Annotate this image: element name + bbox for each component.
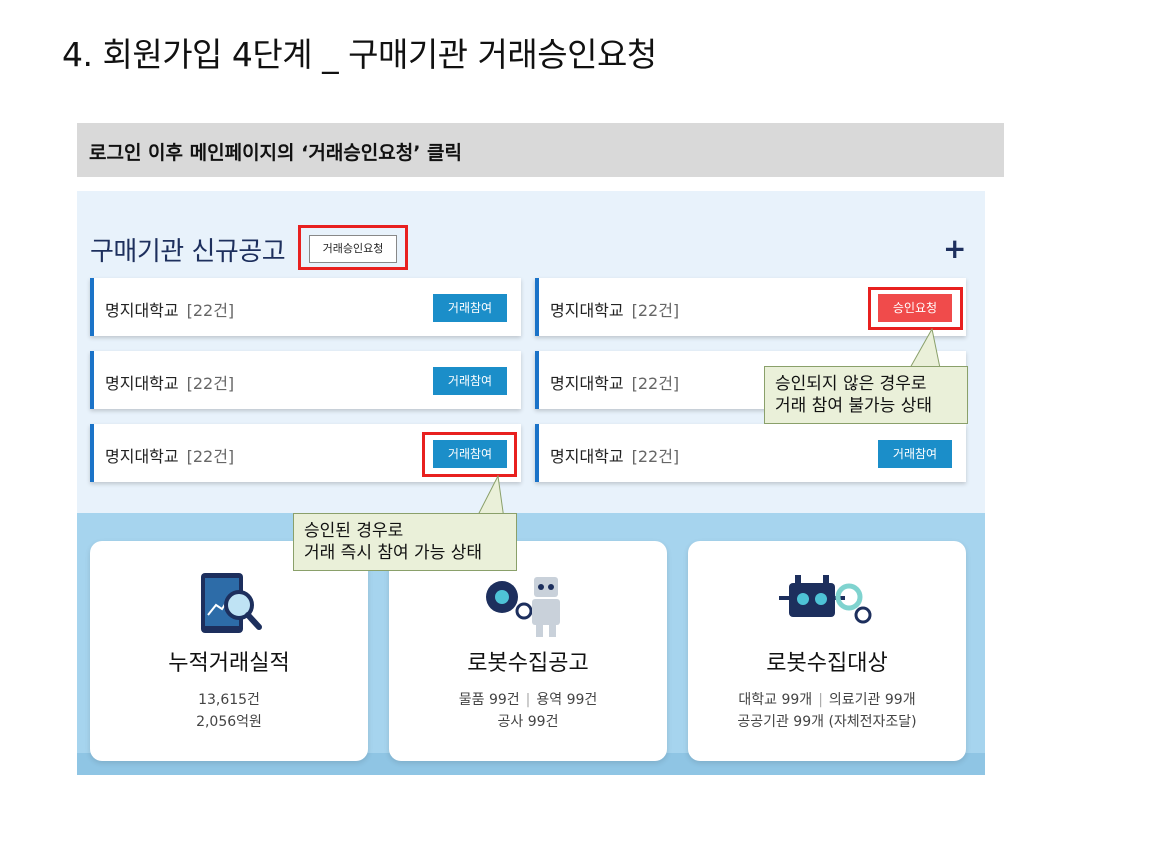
card-count: [22건] (186, 374, 235, 393)
notice-card: 명지대학교 [22건] 거래참여 (90, 351, 521, 409)
card-institution-name: 명지대학교 (105, 374, 179, 393)
instruction-text: 로그인 이후 메인페이지의 ‘거래승인요청’ 클릭 (89, 142, 463, 164)
card-institution-name: 명지대학교 (550, 374, 624, 393)
join-trade-button[interactable]: 거래참여 (433, 294, 507, 322)
stat-card-total-trades: 누적거래실적 13,615건 2,056억원 (90, 541, 368, 761)
card-institution-name: 명지대학교 (105, 301, 179, 320)
callout-line: 거래 즉시 참여 가능 상태 (304, 543, 483, 563)
callout-not-approved: 승인되지 않은 경우로 거래 참여 불가능 상태 (764, 366, 968, 424)
screenshot-main-page: 구매기관 신규공고 거래승인요청 + 명지대학교 [22건] 거래참여 명지대학교… (77, 191, 985, 775)
stat-line: 의료기관 99개 (828, 692, 916, 708)
tablet-chart-search-icon (201, 573, 262, 633)
join-trade-button[interactable]: 거래참여 (433, 367, 507, 395)
stat-label: 로봇수집대상 (766, 651, 888, 676)
card-count: [22건] (186, 447, 235, 466)
stat-line: 공사 99건 (497, 714, 559, 730)
plus-icon[interactable]: + (943, 235, 966, 263)
stat-label: 로봇수집공고 (467, 651, 589, 676)
join-trade-button[interactable]: 거래참여 (878, 440, 952, 468)
stat-line: 대학교 99개 (738, 692, 813, 708)
card-count: [22건] (631, 301, 680, 320)
highlight-approval-button (298, 225, 408, 270)
slide-title: 4. 회원가입 4단계 _ 구매기관 거래승인요청 (62, 35, 657, 74)
notice-card: 명지대학교 [22건] 거래참여 (90, 278, 521, 336)
callout-line: 승인된 경우로 (304, 521, 404, 541)
card-count: [22건] (631, 374, 680, 393)
callout-approved: 승인된 경우로 거래 즉시 참여 가능 상태 (293, 513, 517, 571)
highlight-join-button (422, 432, 517, 477)
card-institution-name: 명지대학교 (105, 447, 179, 466)
card-count: [22건] (186, 301, 235, 320)
stat-line: 13,615건 (198, 692, 260, 708)
separator: | (525, 692, 531, 708)
stat-line: 2,056억원 (196, 714, 262, 730)
callout-line: 승인되지 않은 경우로 (775, 374, 927, 394)
card-institution-name: 명지대학교 (550, 447, 624, 466)
callout-pointer (909, 328, 941, 368)
highlight-request-button (868, 287, 963, 330)
stat-card-robot-targets: 로봇수집대상 대학교 99개 | 의료기관 99개 공공기관 99개 (자체전자조달… (688, 541, 966, 761)
stat-line: 공공기관 99개 (자체전자조달) (737, 714, 917, 730)
stat-line: 용역 99건 (536, 692, 598, 708)
separator: | (818, 692, 823, 708)
instruction-bar: 로그인 이후 메인페이지의 ‘거래승인요청’ 클릭 (77, 123, 1004, 177)
card-institution-name: 명지대학교 (550, 301, 624, 320)
callout-line: 거래 참여 불가능 상태 (775, 396, 932, 416)
card-count: [22건] (631, 447, 680, 466)
robot-gear-icon (486, 577, 560, 637)
stat-line: 물품 99건 (458, 692, 520, 708)
notice-card: 명지대학교 [22건] 거래참여 (535, 424, 966, 482)
robot-head-gear-icon (779, 575, 872, 624)
stat-card-robot-notices: 로봇수집공고 물품 99건 | 용역 99건 공사 99건 (389, 541, 667, 761)
section-title: 구매기관 신규공고 (90, 237, 286, 267)
stat-label: 누적거래실적 (168, 651, 290, 676)
